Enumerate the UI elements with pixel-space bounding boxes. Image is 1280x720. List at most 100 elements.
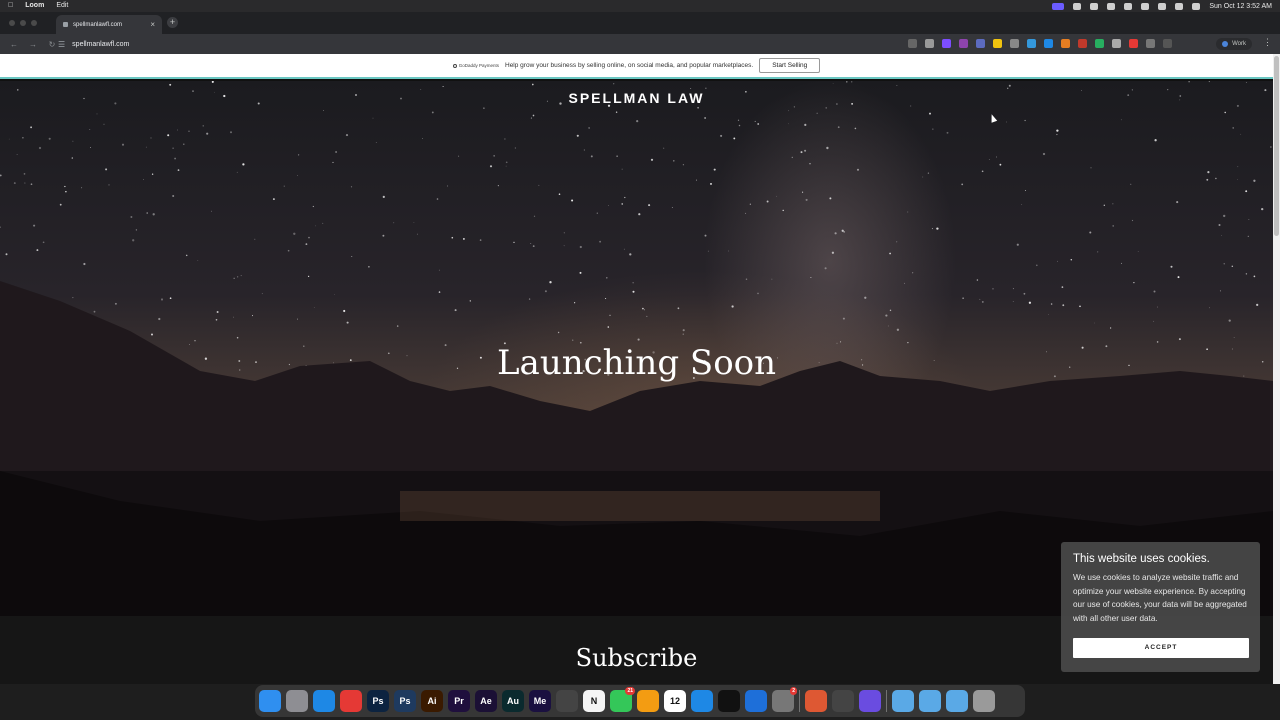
- godaddy-logo: GoDaddy Payments: [452, 63, 499, 68]
- vscode-icon[interactable]: [745, 690, 767, 712]
- promo-banner: GoDaddy Payments Help grow your business…: [0, 54, 1273, 79]
- extension-icon-11[interactable]: [1112, 39, 1121, 48]
- loom-status-icon[interactable]: [1052, 2, 1065, 10]
- new-tab-button[interactable]: +: [167, 17, 178, 28]
- dock-badge: 2: [790, 687, 797, 695]
- photoshop-beta-icon[interactable]: Ps: [394, 690, 416, 712]
- trash-icon[interactable]: [973, 690, 995, 712]
- hero-section: SPELLMAN LAW Launching Soon: [0, 81, 1273, 616]
- dock-icon-label: 12: [669, 696, 680, 706]
- launching-soon-heading: Launching Soon: [496, 343, 777, 383]
- cast-icon[interactable]: [908, 39, 917, 48]
- back-icon[interactable]: ←: [9, 40, 19, 49]
- chrome-icon[interactable]: [340, 690, 362, 712]
- dock-icon-label: Ps: [372, 696, 384, 706]
- dock-separator: [799, 690, 800, 712]
- wifi-icon[interactable]: [1158, 2, 1167, 10]
- media-encoder-icon[interactable]: Me: [529, 690, 551, 712]
- dock-icon-label: Au: [507, 696, 519, 706]
- browser-tab[interactable]: spellmanlawfl.com ×: [56, 15, 162, 34]
- extension-icon-3[interactable]: [976, 39, 985, 48]
- photoshop-icon[interactable]: Ps: [367, 690, 389, 712]
- search-icon[interactable]: [1175, 2, 1184, 10]
- menu-edit[interactable]: Edit: [56, 0, 68, 12]
- status-icon-1[interactable]: [1073, 2, 1082, 10]
- extension-icon-7[interactable]: [1044, 39, 1053, 48]
- finder-icon[interactable]: [259, 690, 281, 712]
- quicktime-icon[interactable]: [832, 690, 854, 712]
- app-store-icon[interactable]: [691, 690, 713, 712]
- apple-icon[interactable]: : [8, 0, 13, 12]
- notion-status-icon[interactable]: [1141, 2, 1150, 10]
- window-zoom-icon[interactable]: [31, 20, 37, 26]
- screenshots-folder-icon[interactable]: [946, 690, 968, 712]
- mac-menubar:  Loom Edit Sun Oct 12 3:52 AM: [0, 0, 1280, 12]
- audition-icon[interactable]: Au: [502, 690, 524, 712]
- calendar-icon[interactable]: 12: [664, 690, 686, 712]
- after-effects-icon[interactable]: Ae: [475, 690, 497, 712]
- extension-icon-1[interactable]: [942, 39, 951, 48]
- profile-avatar: [1222, 41, 1229, 47]
- extension-icon-9[interactable]: [1078, 39, 1087, 48]
- notion-icon[interactable]: N: [583, 690, 605, 712]
- accept-cookies-button[interactable]: ACCEPT: [1073, 638, 1249, 658]
- status-icon-4[interactable]: [1124, 2, 1133, 10]
- scrollbar-thumb[interactable]: [1274, 56, 1279, 236]
- dock-badge: 21: [625, 687, 635, 695]
- safari-icon[interactable]: [313, 690, 335, 712]
- duckduckgo-icon[interactable]: [805, 690, 827, 712]
- tab-title: spellmanlawfl.com: [73, 21, 123, 28]
- extension-icon-12[interactable]: [1129, 39, 1138, 48]
- start-selling-button[interactable]: Start Selling: [759, 58, 821, 73]
- address-bar[interactable]: ☰ spellmanlawfl.com: [58, 37, 918, 51]
- promo-brand: GoDaddy Payments: [458, 63, 499, 68]
- system-settings-icon[interactable]: 2: [772, 687, 797, 712]
- finalcut-icon[interactable]: [556, 690, 578, 712]
- site-info-icon[interactable]: ☰: [58, 40, 65, 49]
- extension-icon-8[interactable]: [1061, 39, 1070, 48]
- downloads-folder-icon[interactable]: [892, 690, 914, 712]
- dock-icon-label: Ps: [399, 696, 411, 706]
- control-center-icon[interactable]: [1192, 2, 1201, 10]
- applications-folder-icon[interactable]: [919, 690, 941, 712]
- extension-icon-2[interactable]: [959, 39, 968, 48]
- profile-name: Work: [1232, 41, 1246, 47]
- dock-icon-label: Me: [533, 696, 547, 706]
- bookmark-star-icon[interactable]: [925, 39, 934, 48]
- illustrator-icon[interactable]: Ai: [421, 690, 443, 712]
- menubar-clock[interactable]: Sun Oct 12 3:52 AM: [1209, 3, 1272, 10]
- cookie-title: This website uses cookies.: [1073, 553, 1210, 565]
- dock-icon-label: N: [590, 696, 598, 706]
- dock-icon-label: Ae: [480, 696, 492, 706]
- extension-icon-5[interactable]: [1010, 39, 1019, 48]
- browser-toolbar: ← → ↻ ☰ spellmanlawfl.com Work ⋮: [0, 34, 1280, 54]
- godaddy-logo-icon: [452, 63, 457, 68]
- menu-app-name[interactable]: Loom: [25, 0, 44, 12]
- more-menu-icon[interactable]: ⋮: [1263, 37, 1272, 48]
- photos-icon[interactable]: [637, 690, 659, 712]
- window-close-icon[interactable]: [9, 20, 15, 26]
- extension-icon-10[interactable]: [1095, 39, 1104, 48]
- window-minimize-icon[interactable]: [20, 20, 26, 26]
- messages-icon[interactable]: 21: [610, 687, 635, 712]
- extensions-puzzle-icon[interactable]: [1146, 39, 1155, 48]
- cookie-consent-dialog: This website uses cookies. We use cookie…: [1061, 542, 1260, 672]
- compressor-icon[interactable]: [859, 690, 881, 712]
- extension-icon-6[interactable]: [1027, 39, 1036, 48]
- dock-separator: [886, 690, 887, 712]
- cookie-body: We use cookies to analyze website traffi…: [1073, 573, 1247, 623]
- profile-button[interactable]: Work: [1216, 38, 1252, 50]
- tab-close-icon[interactable]: ×: [150, 20, 155, 29]
- premiere-icon[interactable]: Pr: [448, 690, 470, 712]
- launchpad-icon[interactable]: [286, 690, 308, 712]
- reload-icon[interactable]: ↻: [47, 40, 57, 49]
- status-icon-2[interactable]: [1090, 2, 1099, 10]
- side-panel-icon[interactable]: [1163, 39, 1172, 48]
- capcut-icon[interactable]: [718, 690, 740, 712]
- dock-icon-label: Pr: [454, 696, 464, 706]
- status-icon-3[interactable]: [1107, 2, 1116, 10]
- forward-icon[interactable]: →: [28, 40, 38, 49]
- page-scrollbar[interactable]: [1273, 54, 1280, 684]
- extension-icon-4[interactable]: [993, 39, 1002, 48]
- site-title[interactable]: SPELLMAN LAW: [0, 90, 1273, 106]
